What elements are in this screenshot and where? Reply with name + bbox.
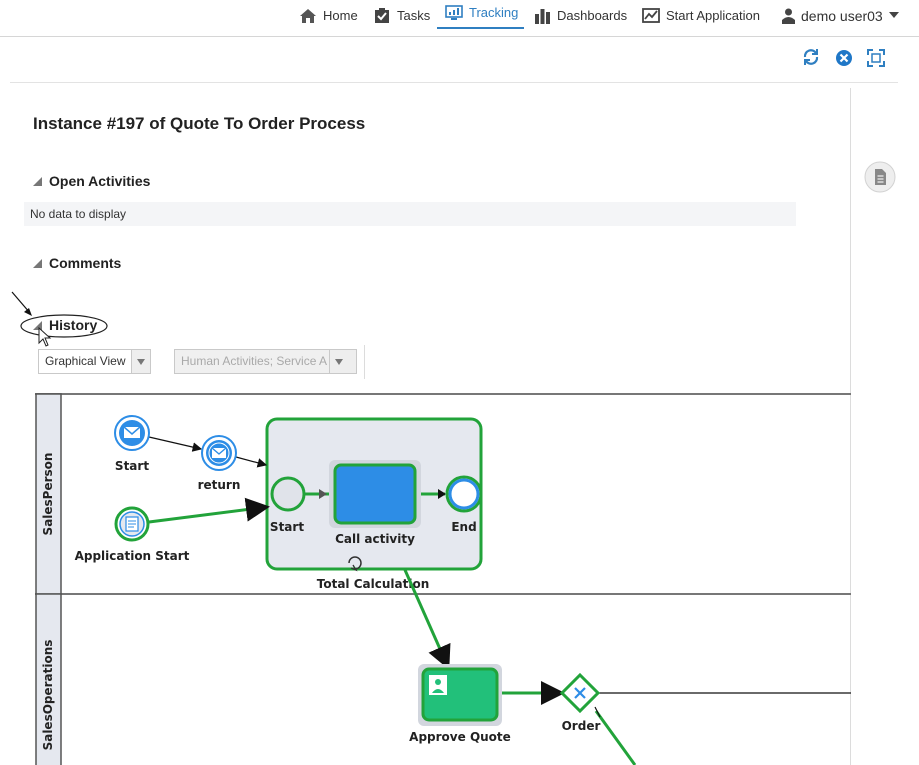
filter-select: Human Activities; Service A — [174, 349, 357, 374]
nav-home[interactable]: Home — [299, 0, 358, 31]
lane-label-salesperson: SalesPerson — [41, 453, 55, 536]
nav-start-application[interactable]: Start Application — [642, 0, 760, 31]
nav-start-application-label: Start Application — [666, 8, 760, 23]
maximize-icon[interactable] — [867, 49, 885, 67]
user-menu[interactable]: demo user03 — [782, 0, 899, 31]
order-gateway[interactable] — [559, 672, 601, 714]
approve-quote-label: Approve Quote — [409, 730, 511, 744]
open-activities-header[interactable]: Open Activities — [33, 173, 150, 189]
collapse-triangle-icon[interactable] — [33, 176, 42, 186]
tasks-icon — [375, 8, 389, 23]
start-event[interactable] — [114, 415, 150, 451]
cursor-icon — [38, 327, 52, 347]
subprocess-end-event[interactable] — [445, 475, 483, 513]
view-select-value: Graphical View — [45, 354, 126, 368]
tracking-icon — [445, 4, 463, 20]
subprocess-start-label: Start — [270, 520, 304, 534]
page-title: Instance #197 of Quote To Order Process — [33, 114, 366, 133]
close-icon[interactable] — [835, 49, 853, 67]
call-activity-task[interactable] — [333, 463, 417, 525]
collapse-triangle-icon[interactable] — [33, 258, 42, 268]
flow-appstart-subprocess — [148, 497, 270, 524]
flow-return-subprocess — [235, 456, 268, 468]
return-event[interactable] — [201, 435, 237, 471]
subprocess-start-event[interactable] — [270, 476, 306, 512]
process-diagram[interactable]: SalesPerson SalesOperations Total Calcul… — [35, 393, 851, 765]
order-label: Order — [562, 719, 601, 733]
end-label: End — [451, 520, 476, 534]
user-name: demo user03 — [801, 7, 883, 24]
lane-label-salesoperations: SalesOperations — [41, 640, 55, 751]
flow-start-return — [148, 436, 203, 452]
nav-home-label: Home — [323, 8, 358, 23]
nav-tasks[interactable]: Tasks — [374, 0, 430, 31]
nav-tracking-label: Tracking — [469, 5, 519, 20]
call-activity-label: Call activity — [335, 532, 415, 546]
refresh-icon[interactable] — [802, 48, 820, 66]
home-icon — [300, 8, 316, 23]
chevron-down-icon[interactable] — [131, 350, 150, 373]
nav-tracking[interactable]: Tracking — [437, 0, 524, 29]
user-task-icon — [429, 675, 447, 695]
view-select[interactable]: Graphical View — [38, 349, 151, 374]
document-icon[interactable] — [864, 161, 896, 193]
top-navigation: Home Tasks Tracking Dashboards Start App… — [0, 0, 919, 34]
annotation-arrow-icon — [11, 291, 108, 338]
nav-dashboards-label: Dashboards — [557, 8, 628, 23]
toolbar-separator — [364, 345, 365, 379]
nav-divider — [0, 36, 919, 37]
chevron-down-icon — [329, 350, 356, 373]
start-application-icon — [642, 7, 660, 23]
user-icon — [782, 8, 795, 24]
comments-header[interactable]: Comments — [33, 255, 121, 271]
nav-dashboards[interactable]: Dashboards — [534, 0, 627, 31]
no-data-message: No data to display — [24, 202, 796, 226]
open-activities-label: Open Activities — [49, 173, 151, 189]
start-label: Start — [115, 459, 149, 473]
application-start-event[interactable] — [114, 506, 150, 542]
dashboards-icon — [535, 8, 550, 24]
toolbar-divider — [10, 82, 898, 83]
history-label: History — [49, 317, 98, 333]
nav-tasks-label: Tasks — [397, 8, 431, 23]
filter-select-value: Human Activities; Service A — [181, 354, 328, 368]
return-label: return — [198, 478, 241, 492]
chevron-down-icon — [888, 12, 899, 18]
comments-label: Comments — [49, 255, 122, 271]
flow-order-out — [594, 710, 637, 765]
application-start-label: Application Start — [75, 549, 190, 563]
